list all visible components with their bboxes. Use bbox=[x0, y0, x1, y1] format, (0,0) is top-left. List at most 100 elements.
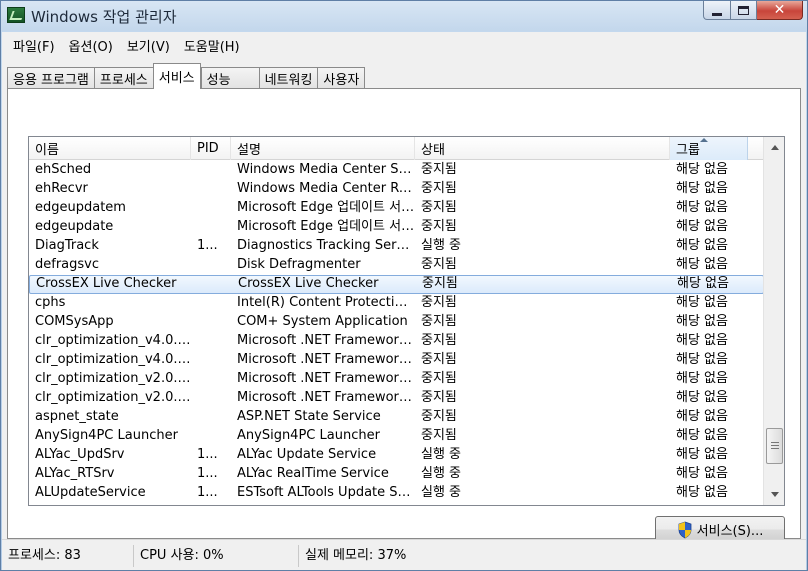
tab-processes[interactable]: 프로세스 bbox=[93, 67, 153, 89]
description-cell: Disk Defragmenter bbox=[237, 257, 361, 272]
list-header: 이름 PID 설명 상태 그룹 bbox=[29, 137, 764, 160]
status-cell: 중지됨 bbox=[421, 219, 457, 234]
service-name-cell: DiagTrack bbox=[35, 238, 99, 253]
status-cell: 중지됨 bbox=[421, 371, 457, 386]
column-header-group[interactable]: 그룹 bbox=[670, 137, 748, 160]
table-row[interactable]: edgeupdatem Microsoft Edge 업데이트 서비스 (edg… bbox=[29, 199, 764, 218]
table-row[interactable]: clr_optimization_v4.0.30319_32 Microsoft … bbox=[29, 351, 764, 370]
table-row[interactable]: edgeupdate Microsoft Edge 업데이트 서비스 (edge… bbox=[29, 218, 764, 237]
tab-users[interactable]: 사용자 bbox=[317, 67, 366, 89]
scroll-up-button[interactable] bbox=[765, 138, 784, 157]
column-header-group-label: 그룹 bbox=[676, 143, 700, 158]
tab-networking[interactable]: 네트워킹 bbox=[258, 67, 318, 89]
status-cell: 중지됨 bbox=[421, 390, 457, 405]
table-row[interactable]: ALYac_RTSrv 1... ALYac RealTime Service 실행 … bbox=[29, 465, 764, 484]
menu-file[interactable]: 파일(F) bbox=[6, 36, 62, 55]
group-cell: 해당 없음 bbox=[676, 485, 728, 500]
table-row[interactable]: aspnet_state ASP.NET State Service 중지됨 해당 없… bbox=[29, 408, 764, 427]
group-cell: 해당 없음 bbox=[676, 333, 728, 348]
table-row[interactable]: ehSched Windows Media Center Scheduler Se… bbox=[29, 161, 764, 180]
scroll-down-button[interactable] bbox=[765, 485, 784, 504]
service-name-cell: CrossEX Live Checker bbox=[36, 276, 177, 291]
status-cell: 실행 중 bbox=[421, 238, 462, 253]
close-button[interactable]: ✕ bbox=[757, 1, 803, 20]
pid-cell bbox=[191, 218, 231, 237]
maximize-icon bbox=[738, 5, 749, 15]
pid-cell: 1... bbox=[197, 447, 218, 462]
close-icon: ✕ bbox=[773, 2, 786, 18]
group-cell: 해당 없음 bbox=[676, 200, 728, 215]
pid-cell bbox=[191, 389, 231, 408]
pid-cell bbox=[191, 294, 231, 313]
status-cell: 중지됨 bbox=[421, 181, 457, 196]
status-cell: 중지됨 bbox=[421, 428, 457, 443]
table-row[interactable]: clr_optimization_v4.0.30319_64 Microsoft … bbox=[29, 332, 764, 351]
window-title: Windows 작업 관리자 bbox=[31, 8, 177, 26]
status-cell: 중지됨 bbox=[421, 314, 457, 329]
pid-cell bbox=[192, 275, 232, 294]
pid-cell bbox=[191, 161, 231, 180]
group-cell: 해당 없음 bbox=[676, 162, 728, 177]
column-header-name[interactable]: 이름 bbox=[29, 137, 191, 160]
status-cell: 중지됨 bbox=[421, 352, 457, 367]
grip-line bbox=[771, 445, 779, 446]
group-cell: 해당 없음 bbox=[676, 352, 728, 367]
service-name-cell: ALYac_UpdSrv bbox=[35, 447, 125, 462]
maximize-button[interactable] bbox=[731, 1, 757, 20]
pid-cell bbox=[191, 370, 231, 389]
table-row[interactable]: AnySign4PC Launcher AnySign4PC Launcher 중지… bbox=[29, 427, 764, 446]
menu-options[interactable]: 옵션(O) bbox=[62, 36, 120, 55]
table-row[interactable]: clr_optimization_v2.0.50727_32 Microsoft … bbox=[29, 389, 764, 408]
table-row[interactable]: clr_optimization_v2.0.50727_64 Microsoft … bbox=[29, 370, 764, 389]
scroll-thumb[interactable] bbox=[766, 428, 783, 464]
status-cell: 실행 중 bbox=[421, 466, 462, 481]
services-list[interactable]: 이름 PID 설명 상태 그룹 ehSched Windows Media Cen… bbox=[28, 136, 785, 506]
status-cell: 중지됨 bbox=[421, 409, 457, 424]
group-cell: 해당 없음 bbox=[677, 276, 729, 291]
column-header-description[interactable]: 설명 bbox=[231, 137, 415, 160]
table-row[interactable]: COMSysApp COM+ System Application 중지됨 해당 없음 bbox=[29, 313, 764, 332]
description-cell: ESTsoft ALTools Update Service bbox=[237, 485, 415, 500]
service-name-cell: AnySign4PC Launcher bbox=[35, 428, 178, 443]
service-name-cell: clr_optimization_v2.0.50727_64 bbox=[35, 371, 191, 386]
group-cell: 해당 없음 bbox=[676, 314, 728, 329]
column-header-pid[interactable]: PID bbox=[191, 137, 231, 160]
tab-services[interactable]: 서비스 bbox=[152, 63, 201, 89]
description-cell: CrossEX Live Checker bbox=[238, 276, 379, 291]
menu-help[interactable]: 도움말(H) bbox=[177, 36, 247, 55]
group-cell: 해당 없음 bbox=[676, 238, 728, 253]
group-cell: 해당 없음 bbox=[676, 390, 728, 405]
service-name-cell: clr_optimization_v2.0.50727_32 bbox=[35, 390, 191, 405]
table-row[interactable]: CrossEX Live Checker CrossEX Live Checker… bbox=[29, 275, 764, 294]
table-row[interactable]: ALYac_UpdSrv 1... ALYac Update Service 실행 중… bbox=[29, 446, 764, 465]
service-name-cell: COMSysApp bbox=[35, 314, 114, 329]
table-row[interactable]: ehRecvr Windows Media Center Receiver Ser… bbox=[29, 180, 764, 199]
group-cell: 해당 없음 bbox=[676, 447, 728, 462]
status-bar: 프로세스: 83 CPU 사용: 0% 실제 메모리: 37% bbox=[2, 539, 806, 570]
column-header-status[interactable]: 상태 bbox=[415, 137, 670, 160]
pid-cell bbox=[191, 180, 231, 199]
status-memory: 실제 메모리: 37% bbox=[305, 548, 407, 563]
vertical-scrollbar[interactable] bbox=[763, 137, 784, 505]
menu-view[interactable]: 보기(V) bbox=[120, 36, 177, 55]
description-cell: AnySign4PC Launcher bbox=[237, 428, 380, 443]
description-cell: ALYac Update Service bbox=[237, 447, 377, 462]
description-cell: Microsoft .NET Framework NGEN v2.0.50727… bbox=[237, 371, 415, 386]
table-row[interactable]: ALUpdateService 1... ESTsoft ALTools Updat… bbox=[29, 484, 764, 503]
tab-strip: 응용 프로그램 프로세스 서비스 성능 네트워킹 사용자 bbox=[7, 63, 366, 89]
menu-bar: 파일(F) 옵션(O) 보기(V) 도움말(H) bbox=[2, 32, 806, 59]
title-bar[interactable]: Windows 작업 관리자 ✕ bbox=[1, 1, 807, 31]
table-row[interactable]: cphs Intel(R) Content Protection HECI Ser… bbox=[29, 294, 764, 313]
service-name-cell: aspnet_state bbox=[35, 409, 119, 424]
minimize-button[interactable] bbox=[703, 1, 731, 20]
tab-performance[interactable]: 성능 bbox=[200, 67, 259, 89]
service-name-cell: ALYac_RTSrv bbox=[35, 466, 115, 481]
description-cell: Windows Media Center Receiver Service bbox=[237, 181, 415, 196]
tab-applications[interactable]: 응용 프로그램 bbox=[7, 67, 94, 89]
table-row[interactable]: defragsvc Disk Defragmenter 중지됨 해당 없음 bbox=[29, 256, 764, 275]
table-row[interactable]: DiagTrack 1... Diagnostics Tracking Servic… bbox=[29, 237, 764, 256]
services-panel: 이름 PID 설명 상태 그룹 ehSched Windows Media Cen… bbox=[7, 88, 801, 543]
status-cpu: CPU 사용: 0% bbox=[134, 545, 299, 567]
sort-ascending-icon bbox=[700, 138, 708, 142]
pid-cell bbox=[191, 408, 231, 427]
